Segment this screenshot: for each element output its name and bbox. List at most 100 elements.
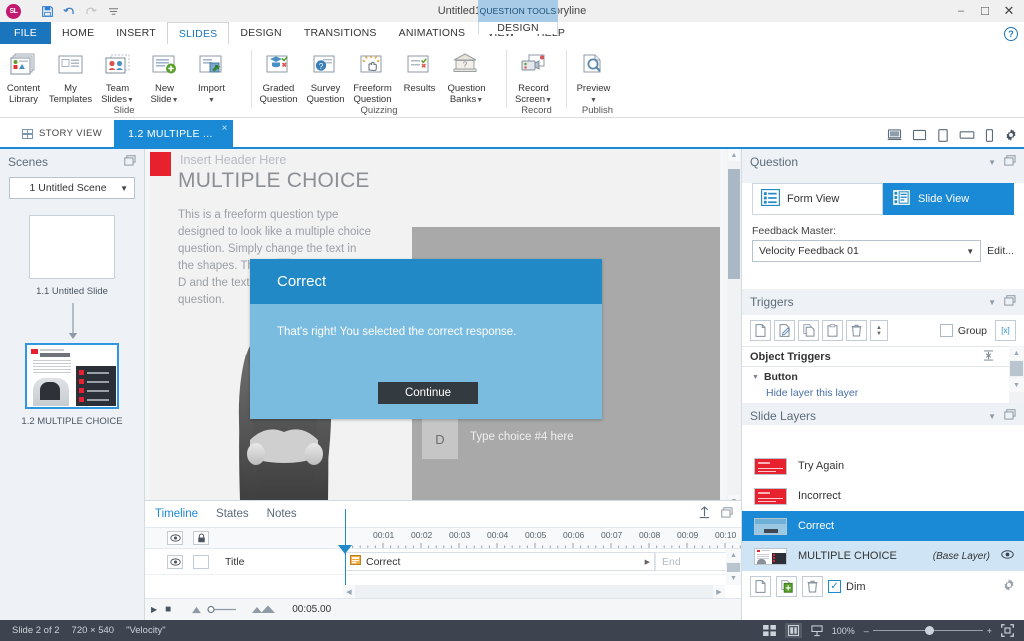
scene-select[interactable]: 1 Untitled Scene ▼ (9, 177, 135, 199)
row-visibility-icon[interactable] (167, 554, 183, 569)
layer-visibility-icon[interactable] (1001, 550, 1014, 562)
normal-view-icon[interactable] (762, 625, 776, 636)
slide-master-view-icon[interactable] (784, 623, 802, 638)
content-library-button[interactable]: Content Library (0, 48, 47, 105)
feedback-master-edit-button[interactable]: Edit... (987, 245, 1014, 257)
undock-panel-icon[interactable] (1004, 295, 1016, 309)
chevron-down-icon[interactable]: ▼ (988, 298, 996, 307)
collapse-all-icon[interactable] (983, 349, 994, 364)
scroll-up-arrow-icon[interactable]: ▲ (726, 549, 741, 562)
survey-question-button[interactable]: ? Survey Question (302, 48, 349, 105)
new-slide-button[interactable]: New Slide▼ (141, 48, 188, 105)
save-icon[interactable] (37, 2, 57, 20)
desktop-preview-icon[interactable] (887, 129, 902, 141)
undock-panel-icon[interactable] (1004, 155, 1016, 169)
duplicate-layer-icon[interactable] (776, 576, 797, 597)
layer-row-base[interactable]: MULTIPLE CHOICE (Base Layer) (742, 541, 1024, 571)
zoom-track[interactable] (872, 626, 983, 635)
scroll-right-arrow-icon[interactable]: ▶ (713, 585, 725, 598)
copy-trigger-icon[interactable] (798, 320, 819, 341)
chevron-down-icon[interactable]: ▼ (476, 97, 483, 104)
tab-states[interactable]: States (216, 508, 249, 520)
layer-row-try-again[interactable]: Try Again (742, 451, 1024, 481)
group-checkbox[interactable] (939, 324, 953, 337)
correct-feedback-dialog[interactable]: Correct That's right! You selected the c… (250, 259, 602, 419)
slide-thumbnail-1-2[interactable] (25, 343, 119, 409)
timeline-horizontal-scrollbar[interactable]: ◀ ▶ (343, 585, 725, 598)
object-trigger-item[interactable]: Hide layer this layer (742, 387, 1024, 401)
slide-stage[interactable]: Insert Header Here MULTIPLE CHOICE This … (150, 149, 720, 501)
timeline-anchor-icon[interactable] (698, 506, 711, 522)
delete-trigger-icon[interactable] (846, 320, 867, 341)
slide-title-text[interactable]: MULTIPLE CHOICE (178, 169, 370, 193)
stop-button[interactable]: ■ (165, 604, 171, 615)
timeline-vertical-scrollbar[interactable]: ▲ ▼ (726, 549, 741, 585)
close-button[interactable]: ✕ (998, 1, 1020, 21)
timeline-ruler[interactable]: 00:01 00:02 00:03 00:04 00:05 00:06 00:0… (345, 528, 749, 550)
freeform-question-button[interactable]: Freeform Question (349, 48, 396, 105)
tab-notes[interactable]: Notes (267, 508, 297, 520)
zoom-in-button[interactable]: + (987, 626, 992, 636)
tab-animations[interactable]: ANIMATIONS (388, 22, 477, 44)
chevron-down-icon[interactable]: ▼ (752, 374, 759, 381)
scroll-up-arrow-icon[interactable]: ▲ (1009, 346, 1024, 360)
scroll-up-arrow-icon[interactable]: ▲ (728, 149, 740, 161)
import-button[interactable]: Import ▼ (188, 48, 235, 105)
object-trigger-group-button[interactable]: ▼ Button (742, 367, 1024, 387)
layer-properties-gear-icon[interactable] (1002, 578, 1016, 595)
laptop-preview-icon[interactable] (912, 129, 927, 141)
tab-question-design[interactable]: DESIGN (478, 22, 558, 34)
continue-button[interactable]: Continue (378, 382, 478, 404)
undock-panel-icon[interactable] (1004, 409, 1016, 423)
play-button[interactable]: ▶ (151, 605, 157, 614)
playhead-handle-icon[interactable] (338, 545, 353, 558)
timeline-bar-expand-icon[interactable]: ▶ (645, 558, 650, 566)
chevron-down-icon[interactable]: ▼ (208, 97, 215, 104)
reorder-trigger-icon[interactable]: ▲ ▼ (870, 320, 888, 341)
restore-button[interactable]: ☐ (974, 1, 996, 21)
question-banks-button[interactable]: ? Question Banks▼ (443, 48, 490, 105)
zoom-slider[interactable]: – + (864, 626, 992, 636)
canvas-vscroll-thumb[interactable] (728, 169, 740, 279)
zoom-out-button[interactable]: – (864, 626, 869, 636)
team-slides-button[interactable]: Team Slides▼ (94, 48, 141, 105)
manage-variables-icon[interactable]: [x] (995, 320, 1016, 341)
timeline-zoom-slider[interactable] (191, 605, 276, 614)
canvas-vertical-scrollbar[interactable]: ▲ ▼ (727, 149, 741, 507)
tab-home[interactable]: HOME (51, 22, 105, 44)
chevron-down-icon[interactable]: ▼ (966, 247, 974, 256)
slide-thumbnail-1-1[interactable] (29, 215, 115, 279)
chevron-down-icon[interactable]: ▼ (127, 97, 134, 104)
toggle-all-visibility-icon[interactable] (167, 531, 183, 545)
triggers-vscroll-thumb[interactable] (1010, 361, 1023, 376)
slide-view-button[interactable]: Slide View (883, 183, 1014, 215)
timeline-object-bar[interactable]: Correct ▶ (345, 552, 655, 571)
choice-row-d[interactable]: D Type choice #4 here (422, 419, 712, 459)
player-settings-gear-icon[interactable] (1004, 128, 1018, 142)
layer-row-correct[interactable]: Correct (742, 511, 1024, 541)
new-trigger-icon[interactable] (750, 320, 771, 341)
undock-panel-icon[interactable] (124, 155, 136, 169)
record-screen-button[interactable]: Record Screen▼ (510, 48, 557, 105)
timeline-row-title[interactable]: Title Correct ▶ End (145, 549, 750, 575)
chevron-down-icon[interactable]: ▼ (988, 158, 996, 167)
triggers-vertical-scrollbar[interactable]: ▲ ▼ (1009, 346, 1024, 403)
scroll-left-arrow-icon[interactable]: ◀ (343, 585, 355, 598)
story-view-tab[interactable]: STORY VIEW (0, 120, 114, 147)
layer-row-incorrect[interactable]: Incorrect (742, 481, 1024, 511)
fit-to-window-icon[interactable] (1001, 624, 1014, 637)
chevron-down-icon[interactable]: ▼ (545, 97, 552, 104)
slide-tab-1-2[interactable]: 1.2 MULTIPLE ... × (114, 120, 233, 147)
tablet-portrait-preview-icon[interactable] (937, 128, 949, 142)
preview-button[interactable]: Preview ▼ (570, 48, 617, 105)
timeline-dock-icon[interactable] (721, 507, 733, 521)
results-button[interactable]: Results (396, 48, 443, 94)
tab-slides[interactable]: SLIDES (166, 22, 230, 44)
tab-insert[interactable]: INSERT (105, 22, 167, 44)
chevron-down-icon[interactable]: ▼ (590, 97, 597, 104)
my-templates-button[interactable]: My Templates (47, 48, 94, 105)
dim-checkbox[interactable]: ✓ (828, 580, 841, 593)
redo-icon[interactable] (81, 2, 101, 20)
customize-qat-icon[interactable] (103, 2, 123, 20)
scroll-down-arrow-icon[interactable]: ▼ (726, 572, 741, 585)
